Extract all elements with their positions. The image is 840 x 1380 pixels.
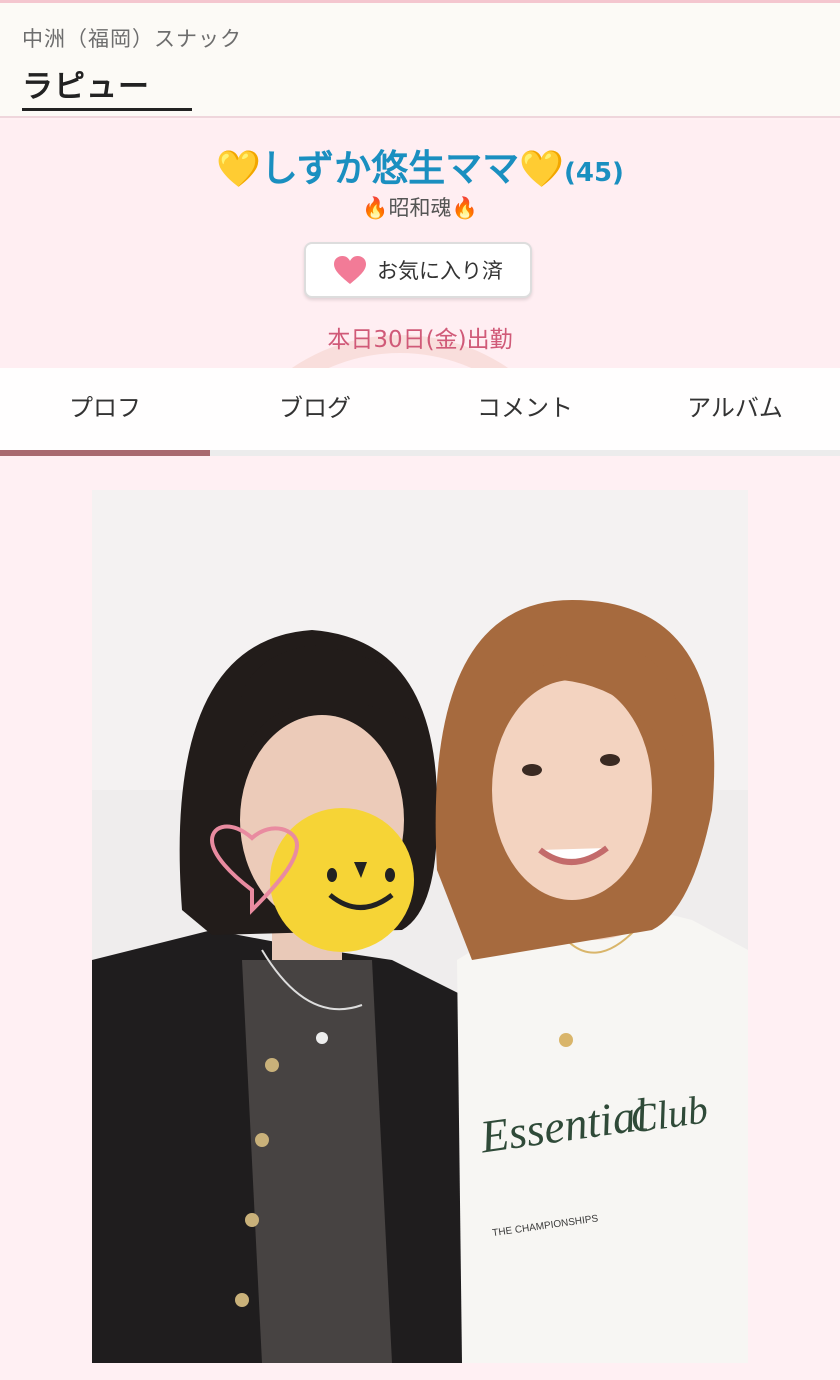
catchphrase: 🔥昭和魂🔥	[0, 192, 840, 222]
favorite-label: お気に入り済	[377, 259, 503, 283]
catchphrase-text: 昭和魂	[388, 196, 452, 220]
cast-name-text: しずか悠生ママ	[260, 147, 520, 190]
yellow-heart-icon: 💛	[519, 149, 564, 190]
fire-icon: 🔥	[451, 196, 478, 220]
yellow-heart-icon: 💛	[216, 149, 261, 190]
profile-tabs: プロフ ブログ コメント アルバム	[0, 368, 840, 456]
fire-icon: 🔥	[362, 196, 389, 220]
tab-album[interactable]: アルバム	[630, 368, 840, 450]
cast-age: (45)	[563, 158, 624, 188]
area-category: 中洲（福岡）スナック	[22, 27, 242, 51]
tab-profile[interactable]: プロフ	[0, 368, 210, 456]
page-header: 中洲（福岡）スナック ラピュー	[0, 3, 840, 118]
attendance-status: 本日30日(金)出勤	[327, 327, 513, 353]
tab-blog[interactable]: ブログ	[210, 368, 420, 450]
profile-photo[interactable]: Essential Club THE CHAMPIONSHIPS	[92, 490, 748, 1363]
tab-comment[interactable]: コメント	[420, 368, 630, 450]
favorite-button[interactable]: お気に入り済	[304, 242, 532, 298]
shop-name-link[interactable]: ラピュー	[22, 61, 192, 111]
heart-icon	[334, 256, 366, 284]
cast-name: 💛しずか悠生ママ💛(45)	[0, 138, 840, 192]
profile-header: 💛しずか悠生ママ💛(45) 🔥昭和魂🔥 お気に入り済 本日30日(金)出勤	[0, 120, 840, 368]
